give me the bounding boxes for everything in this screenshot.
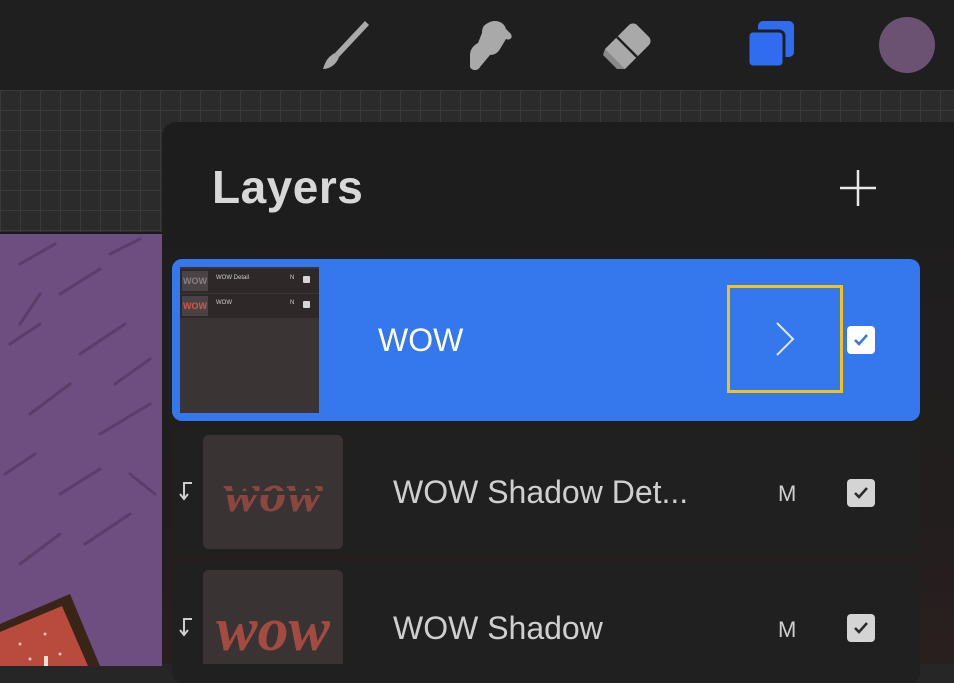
eraser-icon[interactable] <box>592 0 662 90</box>
group-preview-row: WOW WOW Detail N <box>180 269 319 293</box>
color-swatch-icon[interactable] <box>870 0 944 90</box>
brush-icon[interactable] <box>310 0 380 90</box>
layer-name: WOW <box>378 322 464 358</box>
canvas-artwork[interactable] <box>0 232 162 666</box>
chevron-right-icon <box>776 322 795 356</box>
plus-icon <box>840 170 876 206</box>
svg-text:wow: wow <box>216 596 330 664</box>
layer-name: WOW Shadow Det... <box>393 474 689 510</box>
checkbox-mini-icon <box>303 301 310 308</box>
panel-title: Layers <box>212 161 364 213</box>
checkmark-icon <box>854 487 868 499</box>
checkmark-icon <box>854 622 868 634</box>
blend-mode-button[interactable]: M <box>778 481 796 507</box>
checkbox-mini-icon <box>303 276 310 283</box>
clipping-mask-icon <box>178 617 194 642</box>
group-preview-row: WOW WOW N <box>180 294 319 318</box>
layer-thumbnail: wow <box>203 570 343 664</box>
top-toolbar <box>0 0 954 90</box>
visibility-checkbox[interactable] <box>847 479 875 507</box>
blend-mode-button[interactable]: M <box>778 617 796 643</box>
checkmark-icon <box>854 334 868 346</box>
visibility-checkbox[interactable] <box>847 614 875 642</box>
clipping-mask-icon <box>178 481 194 506</box>
layers-icon[interactable] <box>735 0 805 90</box>
visibility-checkbox[interactable] <box>847 326 875 354</box>
expand-group-button[interactable] <box>727 285 843 393</box>
layer-thumbnail: wow <box>203 435 343 549</box>
layer-name: WOW Shadow <box>393 610 603 646</box>
add-layer-button[interactable] <box>838 168 878 208</box>
smudge-icon[interactable] <box>455 0 525 90</box>
group-thumbnail: WOW WOW Detail N WOW WOW N <box>180 267 319 413</box>
